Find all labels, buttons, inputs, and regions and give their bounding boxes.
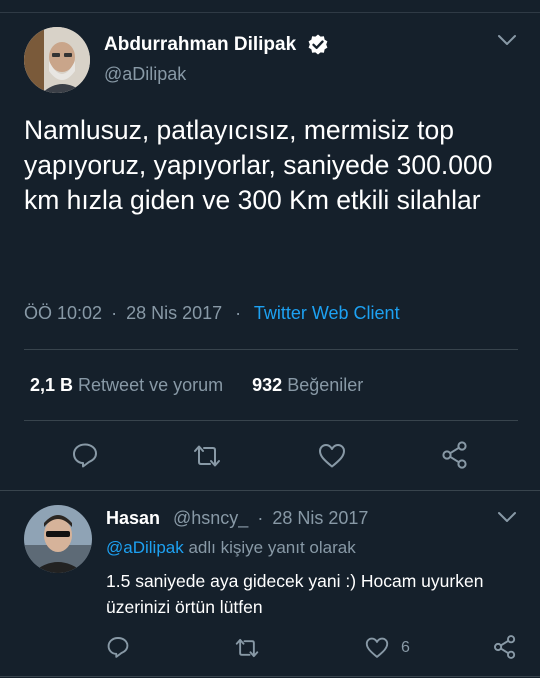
retweet-icon[interactable] bbox=[233, 636, 261, 660]
share-icon[interactable] bbox=[492, 634, 518, 660]
divider bbox=[24, 420, 518, 421]
share-icon[interactable] bbox=[440, 440, 470, 470]
tweet-client[interactable]: Twitter Web Client bbox=[254, 303, 400, 323]
author-handle[interactable]: @aDilipak bbox=[104, 64, 186, 85]
reply-text: 1.5 saniyede aya gidecek yani :) Hocam u… bbox=[106, 571, 484, 617]
likes-stat[interactable]: 932 Beğeniler bbox=[252, 375, 363, 395]
meta-separator: · bbox=[111, 303, 118, 323]
retweets-stat[interactable]: 2,1 B Retweet ve yorum bbox=[30, 375, 228, 395]
reply-like-count: 6 bbox=[401, 639, 410, 656]
reply-date[interactable]: 28 Nis 2017 bbox=[272, 508, 368, 528]
tweet-meta: ÖÖ 10:02 · 28 Nis 2017 · Twitter Web Cli… bbox=[24, 303, 400, 324]
like-icon[interactable] bbox=[364, 636, 390, 659]
like-icon[interactable] bbox=[317, 442, 347, 469]
replying-to-handle[interactable]: @aDilipak bbox=[106, 538, 184, 557]
chevron-down-icon[interactable] bbox=[497, 33, 517, 47]
tweet-stats: 2,1 B Retweet ve yorum 932 Beğeniler bbox=[30, 375, 363, 396]
tweet-date[interactable]: 28 Nis 2017 bbox=[126, 303, 222, 323]
author-name[interactable]: Abdurrahman Dilipak bbox=[104, 34, 296, 56]
verified-badge-icon bbox=[306, 33, 330, 57]
reply-author-handle[interactable]: @hsncy_ bbox=[173, 508, 248, 528]
reply-icon[interactable] bbox=[106, 635, 130, 659]
divider bbox=[24, 349, 518, 350]
chevron-down-icon[interactable] bbox=[497, 510, 517, 524]
meta-separator: · bbox=[257, 508, 264, 528]
likes-count: 932 bbox=[252, 375, 283, 395]
reply-author-name[interactable]: Hasan bbox=[106, 508, 160, 529]
replying-to: @aDilipak adlı kişiye yanıt olarak bbox=[106, 538, 356, 558]
tweet-text: Namlusuz, patlayıcısız, mermisiz top yap… bbox=[24, 115, 493, 215]
bottom-divider bbox=[0, 676, 540, 677]
meta-separator: · bbox=[235, 303, 242, 323]
retweets-count: 2,1 B bbox=[30, 375, 74, 395]
reply-author-avatar[interactable] bbox=[24, 505, 92, 573]
reply-meta: @hsncy_ · 28 Nis 2017 bbox=[173, 508, 368, 529]
retweet-icon[interactable] bbox=[191, 442, 223, 470]
tweet-separator bbox=[0, 490, 540, 491]
tweet-time[interactable]: ÖÖ 10:02 bbox=[24, 303, 102, 323]
retweets-label: Retweet ve yorum bbox=[78, 375, 224, 395]
likes-label: Beğeniler bbox=[287, 375, 364, 395]
author-avatar[interactable] bbox=[24, 27, 90, 93]
replying-to-label: adlı kişiye yanıt olarak bbox=[188, 538, 356, 557]
reply-icon[interactable] bbox=[71, 441, 99, 469]
top-divider bbox=[0, 12, 540, 13]
